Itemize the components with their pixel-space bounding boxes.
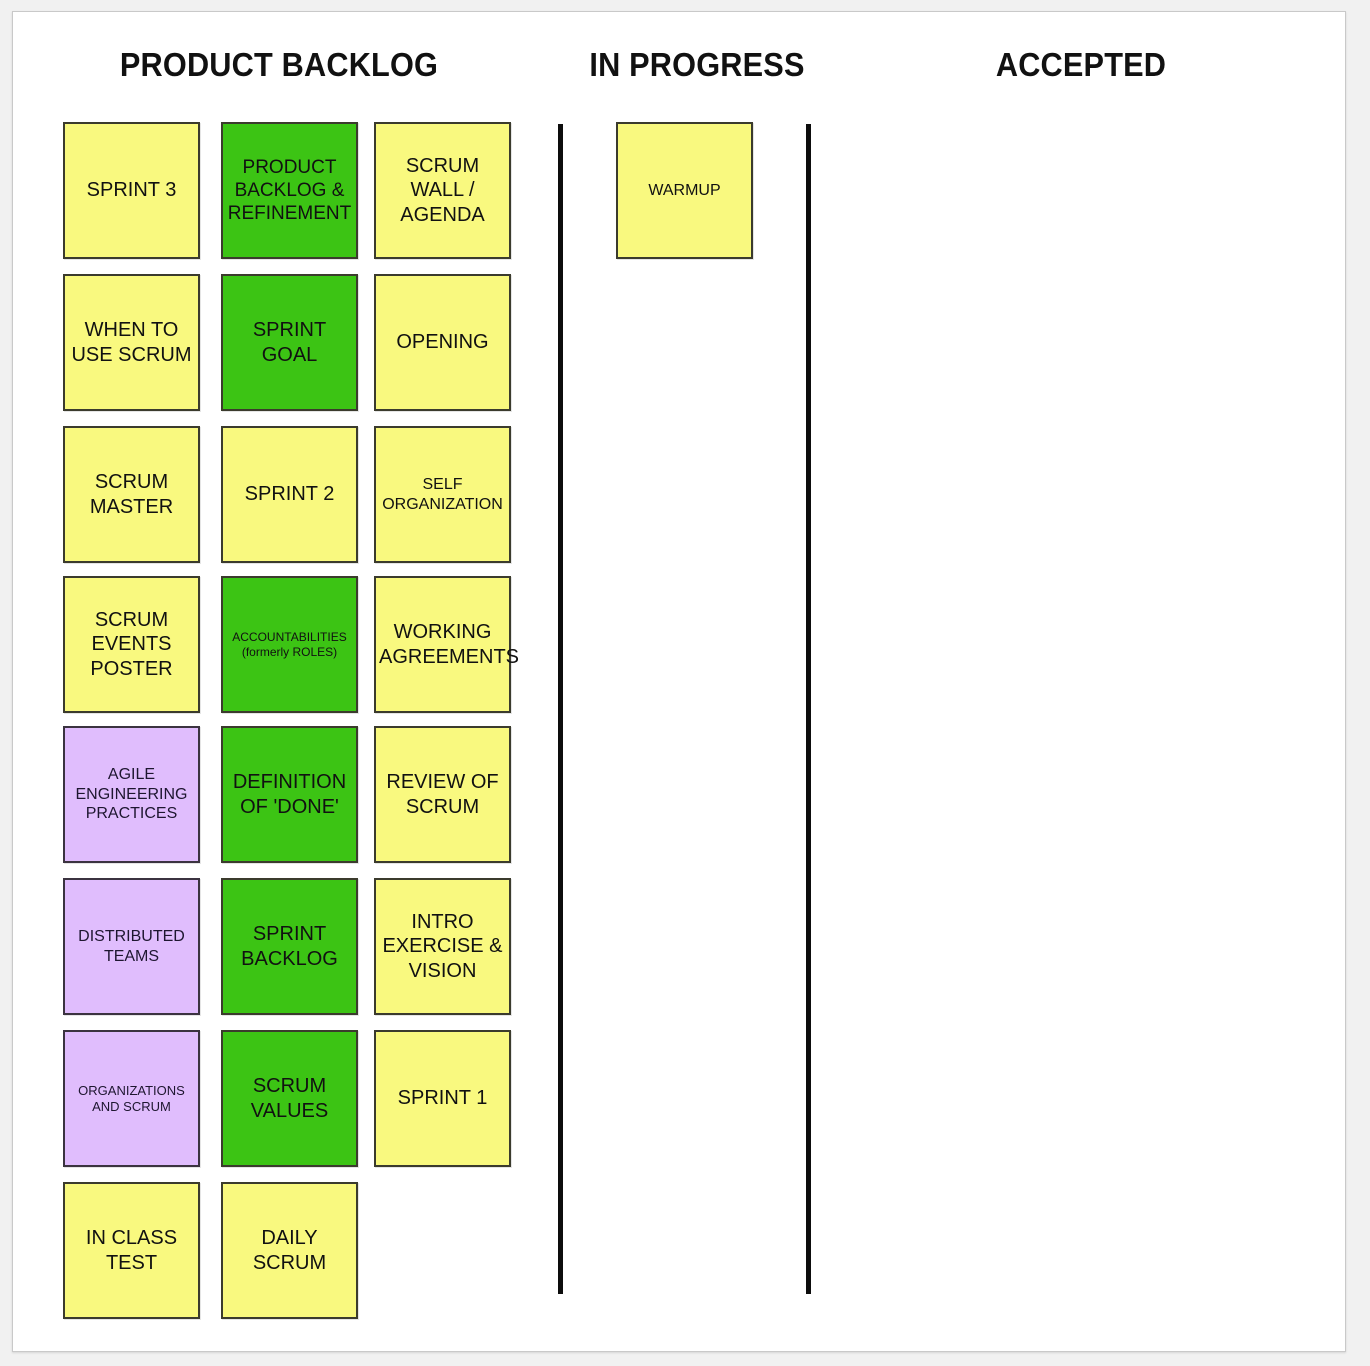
card-sprint-1[interactable]: SPRINT 1 bbox=[374, 1030, 511, 1167]
card-warmup[interactable]: WARMUP bbox=[616, 122, 753, 259]
card-sprint-2[interactable]: SPRINT 2 bbox=[221, 426, 358, 563]
card-label: OPENING bbox=[396, 331, 489, 354]
card-label: AGILE ENGINEERING PRACTICES bbox=[75, 766, 188, 823]
card-sprint-goal[interactable]: SPRINT GOAL bbox=[221, 274, 358, 411]
card-self-organization[interactable]: SELF ORGANIZATION bbox=[374, 426, 511, 563]
card-working-agreements[interactable]: WORKING AGREEMENTS bbox=[374, 576, 520, 713]
card-intro-exercise-and-vision[interactable]: INTRO EXERCISE & VISION bbox=[374, 878, 511, 1015]
card-scrum-events-poster[interactable]: SCRUM EVENTS POSTER bbox=[63, 576, 200, 713]
card-review-of-scrum[interactable]: REVIEW OF SCRUM bbox=[374, 726, 511, 863]
card-label: DISTRIBUTED TEAMS bbox=[78, 927, 185, 965]
card-label: SCRUM MASTER bbox=[89, 471, 174, 518]
card-scrum-values[interactable]: SCRUM VALUES bbox=[221, 1030, 358, 1167]
card-label: SPRINT 3 bbox=[86, 179, 177, 202]
card-when-to-use-scrum[interactable]: WHEN TO USE SCRUM bbox=[63, 274, 200, 411]
board-canvas: PRODUCT BACKLOG IN PROGRESS ACCEPTED SPR… bbox=[15, 14, 1343, 1349]
card-scrum-wall-agenda[interactable]: SCRUM WALL / AGENDA bbox=[374, 122, 511, 259]
card-label: ACCOUNTABILITIES bbox=[232, 629, 347, 644]
card-sprint-backlog[interactable]: SPRINT BACKLOG bbox=[221, 878, 358, 1015]
card-organizations-and-scrum[interactable]: ORGANIZATIONS AND SCRUM bbox=[63, 1030, 200, 1167]
card-label: WHEN TO USE SCRUM bbox=[71, 319, 192, 366]
card-product-backlog-and-refinement[interactable]: PRODUCT BACKLOG & REFINEMENT bbox=[221, 122, 358, 259]
column-header-in-progress: IN PROGRESS bbox=[589, 46, 805, 83]
card-label: PRODUCT BACKLOG & REFINEMENT bbox=[227, 156, 352, 225]
card-label: WARMUP bbox=[648, 181, 721, 199]
card-sprint-3[interactable]: SPRINT 3 bbox=[63, 122, 200, 259]
card-accountabilities[interactable]: ACCOUNTABILITIES (formerly ROLES) bbox=[221, 576, 358, 713]
column-divider-left bbox=[558, 124, 563, 1294]
board-frame: PRODUCT BACKLOG IN PROGRESS ACCEPTED SPR… bbox=[12, 11, 1346, 1352]
card-daily-scrum[interactable]: DAILY SCRUM bbox=[221, 1182, 358, 1319]
card-label: IN CLASS TEST bbox=[85, 1227, 178, 1274]
card-label: REVIEW OF SCRUM bbox=[386, 771, 499, 818]
card-label-group: ACCOUNTABILITIES (formerly ROLES) bbox=[226, 630, 353, 659]
column-divider-right bbox=[806, 124, 811, 1294]
card-definition-of-done[interactable]: DEFINITION OF 'DONE' bbox=[221, 726, 358, 863]
card-label: ORGANIZATIONS AND SCRUM bbox=[78, 1082, 185, 1114]
card-label: SELF ORGANIZATION bbox=[382, 475, 503, 513]
card-label: WORKING AGREEMENTS bbox=[379, 621, 520, 668]
card-distributed-teams[interactable]: DISTRIBUTED TEAMS bbox=[63, 878, 200, 1015]
card-label: SCRUM VALUES bbox=[250, 1075, 329, 1122]
column-header-accepted: ACCEPTED bbox=[995, 46, 1167, 83]
card-label: DEFINITION OF 'DONE' bbox=[232, 771, 347, 818]
card-label: SPRINT 2 bbox=[244, 483, 335, 506]
card-scrum-master[interactable]: SCRUM MASTER bbox=[63, 426, 200, 563]
card-label: SPRINT GOAL bbox=[252, 319, 327, 366]
card-label: SPRINT BACKLOG bbox=[241, 923, 338, 970]
card-in-class-test[interactable]: IN CLASS TEST bbox=[63, 1182, 200, 1319]
card-label: SCRUM WALL / AGENDA bbox=[400, 154, 485, 226]
card-opening[interactable]: OPENING bbox=[374, 274, 511, 411]
card-label: DAILY SCRUM bbox=[252, 1227, 327, 1274]
card-sublabel: (formerly ROLES) bbox=[241, 644, 338, 659]
column-header-product-backlog: PRODUCT BACKLOG bbox=[119, 46, 439, 83]
card-agile-engineering-practices[interactable]: AGILE ENGINEERING PRACTICES bbox=[63, 726, 200, 863]
card-label: SPRINT 1 bbox=[397, 1087, 488, 1110]
card-label: SCRUM EVENTS POSTER bbox=[90, 608, 173, 680]
card-label: INTRO EXERCISE & VISION bbox=[382, 910, 503, 982]
